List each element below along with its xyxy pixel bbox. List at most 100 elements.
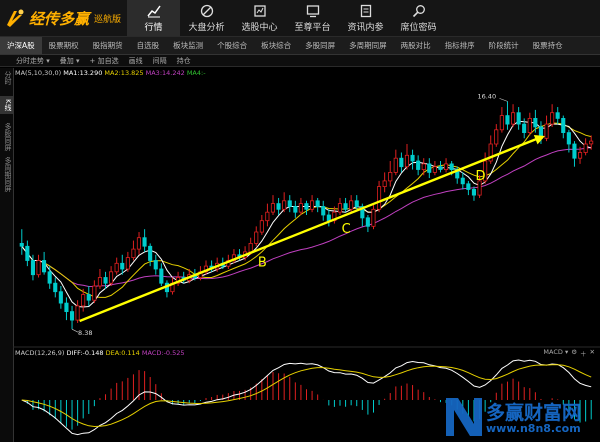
point-label-c: C (342, 222, 351, 237)
candle-down (58, 291, 63, 304)
nav-label: 资讯内参 (347, 23, 384, 33)
ma4-value: MA4:- (186, 69, 206, 77)
ma3-line (21, 147, 592, 288)
candle-up (494, 129, 499, 145)
candle-up (92, 285, 97, 301)
candle-down (354, 200, 359, 207)
candle-down (142, 237, 147, 247)
interval-button[interactable]: 间隔 (153, 56, 167, 66)
candle-up (393, 157, 398, 173)
app-logo[interactable]: 经传多赢 巡航版 (4, 6, 121, 30)
ma2-value: MA2:13.825 (104, 69, 144, 77)
candle-down (555, 112, 560, 119)
macd-legend: MACD(12,26,9) DIFF:-0.148 DEA:0.114 MACD… (15, 349, 185, 357)
nav-news[interactable]: 资讯内参 (339, 0, 392, 36)
overlay-button[interactable]: 叠加 ▾ (60, 56, 80, 66)
candle-up (527, 118, 532, 134)
tab-sector-overview[interactable]: 板块综合 (254, 40, 298, 51)
candle-up (125, 257, 130, 270)
tab-multi-period[interactable]: 多周期同屏 (342, 40, 394, 51)
intraday-button[interactable]: 分时走势 ▾ (16, 56, 50, 66)
candle-down (566, 132, 571, 145)
tab-index-futures[interactable]: 股指期货 (86, 40, 130, 51)
candle-up (432, 166, 437, 173)
candle-up (371, 208, 376, 227)
candle-down (304, 203, 309, 210)
close-icon[interactable]: ✕ (590, 348, 595, 358)
point-label-d: D (476, 169, 486, 184)
document-icon (360, 4, 371, 18)
add-watchlist-button[interactable]: + 加自选 (90, 56, 119, 66)
candle-down (25, 245, 30, 261)
compass-icon (200, 4, 213, 18)
candle-down (410, 154, 415, 162)
holdings-button[interactable]: 持仓 (177, 56, 191, 66)
candle-down (64, 302, 69, 313)
candle-down (522, 123, 527, 133)
candle-up (578, 152, 583, 159)
watermark: 多赢财富网 www.n8n8.com (444, 394, 594, 440)
tab-compare[interactable]: 两股对比 (394, 40, 438, 51)
macd-selector[interactable]: MACD ▾ (543, 348, 568, 358)
ma1-value: MA1:13.290 (63, 69, 103, 77)
tab-a-shares[interactable]: 沪深A股 (0, 37, 42, 54)
nav-seat-code[interactable]: 席位密码 (392, 0, 445, 36)
candle-up (97, 277, 103, 287)
tab-indicator-sort[interactable]: 指标排序 (438, 40, 482, 51)
nav-stock-select[interactable]: 选股中心 (233, 0, 286, 36)
dea-value: DEA:0.114 (105, 349, 140, 357)
tab-stock-overview[interactable]: 个股综合 (210, 40, 254, 51)
candle-down (533, 118, 538, 128)
tool-label: 加自选 (97, 56, 119, 65)
candle-up (550, 112, 555, 125)
search-icon (412, 5, 425, 18)
kline-chart[interactable]: 16.40 8.38 B C D (13, 68, 600, 442)
candle-down (19, 242, 24, 247)
candle-down (572, 143, 577, 159)
top-bar: 经传多赢 巡航版 行情 大盘分析 选股中心 至尊平台 资讯内参 席位密码 (0, 0, 600, 37)
chart-area[interactable]: 16.40 8.38 B C D MA(5,10,30,0) MA1:13.290 MA… (13, 68, 600, 442)
nav-market-analysis[interactable]: 大盘分析 (180, 0, 233, 36)
candle-up (421, 163, 426, 171)
tab-watchlist[interactable]: 自选股 (130, 40, 167, 51)
tab-multi-stock[interactable]: 多股同屏 (298, 40, 342, 51)
tab-period-stats[interactable]: 阶段统计 (482, 40, 526, 51)
app-title: 经传多赢 (29, 9, 90, 28)
high-price-label: 16.40 (477, 92, 496, 100)
tab-sector-monitor[interactable]: 板块监测 (166, 40, 210, 51)
high-pointer (499, 98, 508, 102)
ma-header: MA(5,10,30,0) (15, 69, 62, 77)
tab-holdings[interactable]: 股票持仓 (526, 40, 570, 51)
candle-up (349, 200, 354, 210)
monitor-icon (306, 5, 319, 18)
candle-down (466, 183, 471, 190)
settings-icon[interactable]: ⚙ (571, 348, 577, 358)
watermark-text: 多赢财富网 (486, 402, 582, 424)
candle-up (259, 220, 264, 233)
candle-up (510, 112, 516, 125)
side-kline[interactable]: K线 (0, 96, 13, 114)
nav-quotes[interactable]: 行情 (127, 0, 180, 36)
candle-up (265, 211, 270, 222)
macd-value: MACD:-0.525 (141, 349, 185, 357)
add-icon[interactable]: ＋ (580, 348, 587, 358)
candle-up (282, 200, 287, 210)
candle-up (382, 180, 387, 188)
point-label-b: B (258, 256, 267, 271)
tab-bar: 沪深A股 股票期权 股指期货 自选股 板块监测 个股综合 板块综合 多股同屏 多… (0, 37, 600, 55)
candle-up (75, 305, 80, 321)
ma3-value: MA3:14.242 (145, 69, 185, 77)
side-intraday[interactable]: 分时 (0, 68, 13, 88)
nav-label: 选股中心 (241, 23, 278, 33)
tool-label: 叠加 (59, 56, 74, 65)
side-multi-stock[interactable]: 多股同屏 (0, 120, 13, 154)
tab-stock-options[interactable]: 股票期权 (42, 40, 86, 51)
candle-up (248, 242, 253, 253)
candle-up (81, 294, 86, 307)
nav-premium-platform[interactable]: 至尊平台 (286, 0, 339, 36)
candle-up (388, 172, 393, 182)
candle-down (70, 311, 75, 321)
side-multi-period[interactable]: 多周期同屏 (0, 154, 13, 195)
draw-line-button[interactable]: 画线 (129, 56, 143, 66)
candle-down (416, 160, 421, 170)
